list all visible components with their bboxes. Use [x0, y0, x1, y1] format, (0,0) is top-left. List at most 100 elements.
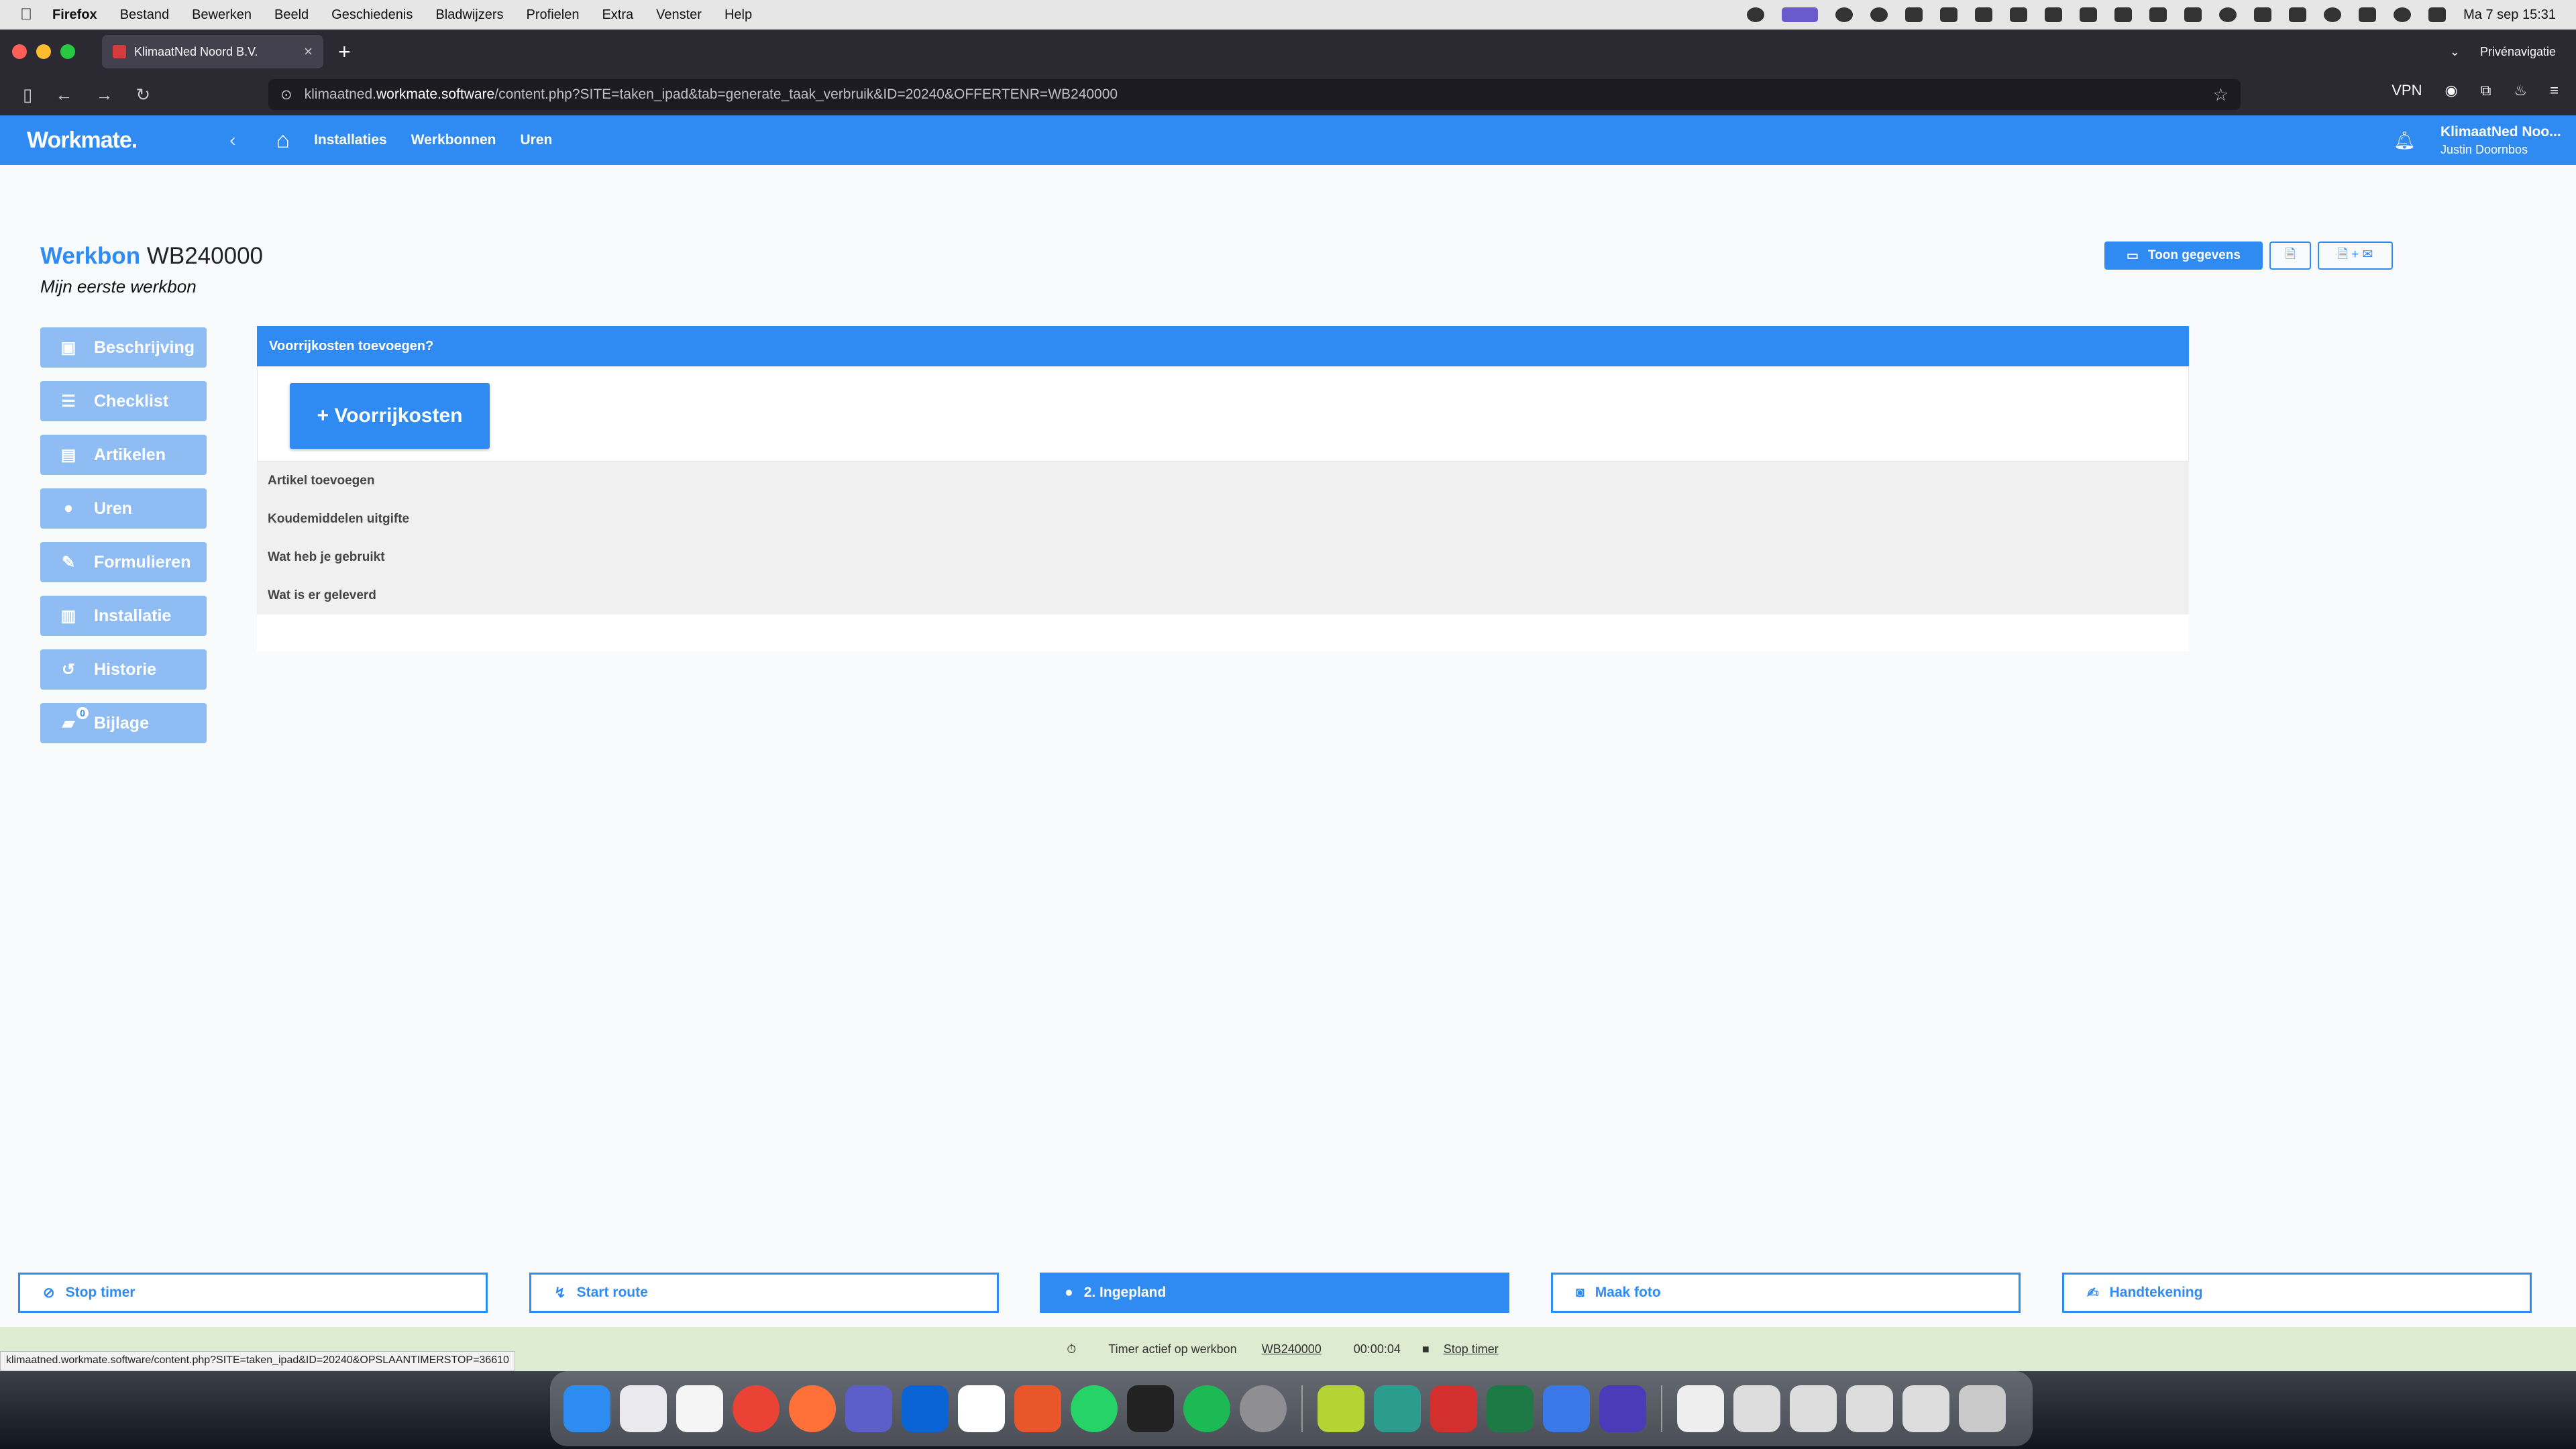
nav-installaties[interactable]: Installaties	[314, 132, 387, 148]
spotify-icon[interactable]	[1183, 1385, 1230, 1432]
spreadsheet-thumb-icon[interactable]	[1790, 1385, 1837, 1432]
pdf-button[interactable]: 🗎︎	[2269, 241, 2311, 270]
menu-extra[interactable]: Extra	[602, 7, 633, 23]
chatgpt-icon[interactable]	[1870, 7, 1888, 22]
row-wat-heb-je-gebruikt[interactable]: Wat heb je gebruikt	[257, 538, 2189, 576]
play-icon[interactable]	[2324, 7, 2342, 22]
nav-uren[interactable]: Uren	[520, 132, 552, 148]
screen-share-icon[interactable]	[1782, 7, 1819, 22]
trash-icon[interactable]	[1959, 1385, 2006, 1432]
apple-icon[interactable]: 	[20, 5, 32, 24]
sidebar-item-bijlage[interactable]: ▰ 0 Bijlage	[40, 703, 207, 743]
whatsapp-icon[interactable]	[1071, 1385, 1118, 1432]
start-route-button[interactable]: ↯ Start route	[529, 1273, 999, 1313]
account-icon[interactable]: ◉	[2445, 82, 2458, 99]
sidebar-item-artikelen[interactable]: ▤ Artikelen	[40, 435, 207, 475]
maak-foto-button[interactable]: ◙ Maak foto	[1551, 1273, 2021, 1313]
sidebar-item-beschrijving[interactable]: ▣ Beschrijving	[40, 327, 207, 368]
battery-icon[interactable]	[2359, 7, 2377, 22]
workmate-logo[interactable]: Workmate.	[27, 127, 138, 154]
user-menu[interactable]: KlimaatNed Noo... Justin Doornbos	[2440, 123, 2561, 158]
bookmark-star-icon[interactable]: ☆	[2213, 85, 2229, 105]
spreadsheet-thumb-icon[interactable]	[1902, 1385, 1949, 1432]
sync-icon[interactable]	[1975, 7, 1993, 22]
handtekening-button[interactable]: ✍︎ Handtekening	[2062, 1273, 2532, 1313]
sidebar-item-uren[interactable]: ● Uren	[40, 488, 207, 529]
fire-icon[interactable]: ♨	[2514, 82, 2527, 99]
pdf-app-icon[interactable]	[1430, 1385, 1477, 1432]
spotlight-search-icon[interactable]	[2394, 7, 2412, 22]
forward-icon[interactable]: →	[95, 85, 113, 105]
sidebar-item-checklist[interactable]: ☰ Checklist	[40, 381, 207, 421]
pdf-mail-button[interactable]: 🗎︎ + ✉︎	[2318, 241, 2393, 270]
spiral-app-icon[interactable]	[1318, 1385, 1364, 1432]
menu-geschiedenis[interactable]: Geschiedenis	[331, 7, 413, 23]
site-info-icon[interactable]: ⊙	[280, 87, 292, 103]
browser-tab[interactable]: KlimaatNed Noord B.V. ×	[102, 35, 323, 68]
menu-help[interactable]: Help	[724, 7, 752, 23]
stop-timer-button[interactable]: ⊘ Stop timer	[18, 1273, 488, 1313]
firefox-icon[interactable]	[789, 1385, 836, 1432]
sidebar-item-installatie[interactable]: ▥ Installatie	[40, 596, 207, 636]
url-bar[interactable]: ⊙ klimaatned. workmate.software/content.p…	[268, 79, 2241, 110]
grammarly-icon[interactable]	[1747, 7, 1765, 22]
finder-icon[interactable]	[564, 1385, 610, 1432]
close-window-icon[interactable]	[12, 44, 27, 59]
spreadsheet-thumb-icon[interactable]	[1733, 1385, 1780, 1432]
new-tab-icon[interactable]: +	[338, 40, 351, 64]
reminders-icon[interactable]	[676, 1385, 723, 1432]
status-ingepland-button[interactable]: ● 2. Ingepland	[1040, 1273, 1509, 1313]
dropbox-icon[interactable]	[2149, 7, 2167, 22]
stocks-icon[interactable]	[1127, 1385, 1174, 1432]
menu-bewerken[interactable]: Bewerken	[192, 7, 252, 23]
outlook-icon[interactable]	[902, 1385, 949, 1432]
sidebar-item-historie[interactable]: ↺ Historie	[40, 649, 207, 690]
control-center-icon[interactable]	[2428, 7, 2447, 22]
search-status-icon[interactable]	[2114, 7, 2133, 22]
grammarly-app-icon[interactable]	[1599, 1385, 1646, 1432]
home-icon[interactable]: ⌂	[276, 127, 290, 154]
tab-list-icon[interactable]: ⌄	[2450, 45, 2460, 59]
row-wat-is-er-geleverd[interactable]: Wat is er geleverd	[257, 576, 2189, 614]
collapse-chevron-icon[interactable]: ‹	[229, 129, 235, 151]
row-koudemiddelen-uitgifte[interactable]: Koudemiddelen uitgifte	[257, 500, 2189, 538]
launchpad-icon[interactable]	[620, 1385, 667, 1432]
camera-status-icon[interactable]	[2045, 7, 2063, 22]
monitor-icon[interactable]	[2254, 7, 2272, 22]
extensions-icon[interactable]: ⧉	[2481, 82, 2491, 99]
menu-profielen[interactable]: Profielen	[527, 7, 580, 23]
vpn-button[interactable]: VPN	[2392, 82, 2422, 99]
teams-icon[interactable]	[845, 1385, 892, 1432]
row-artikel-toevoegen[interactable]: Artikel toevoegen	[257, 462, 2189, 500]
maximize-window-icon[interactable]	[60, 44, 75, 59]
activity-icon[interactable]	[1374, 1385, 1421, 1432]
bell-icon[interactable]: 🔔︎	[2394, 130, 2416, 151]
close-tab-icon[interactable]: ×	[304, 43, 313, 60]
claude-icon[interactable]	[1014, 1385, 1061, 1432]
clock[interactable]: Ma 7 sep 15:31	[2463, 7, 2556, 23]
sidebar-toggle-icon[interactable]: ▯	[23, 85, 32, 105]
menu-app[interactable]: Firefox	[52, 7, 97, 23]
menu-icon[interactable]: ≡	[2550, 82, 2559, 99]
screenshot-app-icon[interactable]	[1543, 1385, 1590, 1432]
menu-bladwijzers[interactable]: Bladwijzers	[435, 7, 503, 23]
notion-icon[interactable]	[958, 1385, 1005, 1432]
spreadsheet-thumb-icon[interactable]	[1846, 1385, 1893, 1432]
menu-bestand[interactable]: Bestand	[120, 7, 169, 23]
chrome-icon[interactable]	[733, 1385, 780, 1432]
power-icon[interactable]	[2219, 7, 2237, 22]
menu-venster[interactable]: Venster	[656, 7, 702, 23]
back-icon[interactable]: ←	[55, 85, 72, 105]
timer-stop-link[interactable]: ■ Stop timer	[1422, 1342, 1509, 1356]
toon-gegevens-button[interactable]: ▭ Toon gegevens	[2104, 241, 2263, 270]
cloud-icon[interactable]	[1905, 7, 1923, 22]
screen-icon[interactable]	[2184, 7, 2202, 22]
cloud2-icon[interactable]	[1940, 7, 1958, 22]
pdf-icon[interactable]	[2010, 7, 2028, 22]
minimize-window-icon[interactable]	[36, 44, 51, 59]
reload-icon[interactable]: ↻	[136, 85, 150, 105]
document-thumb-icon[interactable]	[1677, 1385, 1724, 1432]
nav-werkbonnen[interactable]: Werkbonnen	[411, 132, 496, 148]
notion-status-icon[interactable]	[2080, 7, 2098, 22]
sidebar-item-formulieren[interactable]: ✎ Formulieren	[40, 542, 207, 582]
